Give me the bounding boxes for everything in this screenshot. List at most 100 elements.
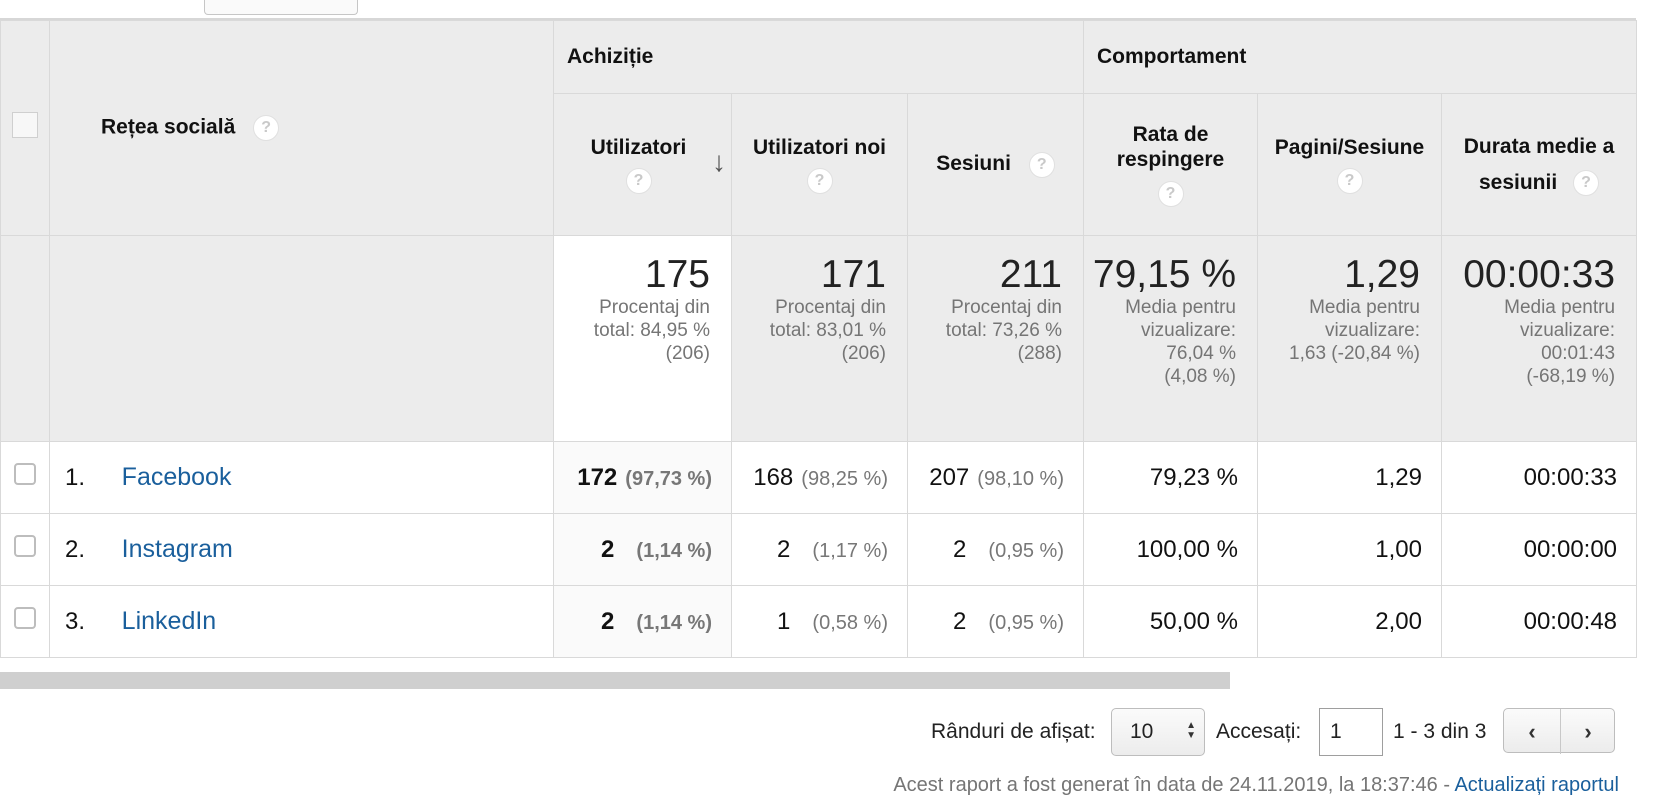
- totals-note: total: 73,26 %: [945, 320, 1062, 341]
- totals-note: total: 83,01 %: [769, 320, 886, 341]
- totals-note: 76,04 %: [1166, 343, 1236, 364]
- dimension-header[interactable]: Rețea socială ?: [49, 20, 554, 236]
- totals-value: 00:00:33: [1463, 253, 1616, 296]
- totals-note: (4,08 %): [1164, 366, 1236, 387]
- row-new-users-value: 2: [777, 535, 791, 563]
- col-new-users-label: Utilizatori noi: [753, 135, 886, 159]
- rows-per-page-select[interactable]: 10 ▲ ▼: [1111, 708, 1205, 756]
- row-pages-per-session: 2,00: [1257, 585, 1442, 658]
- row-sessions-pct: (98,10 %): [977, 467, 1064, 490]
- select-all-checkbox[interactable]: [12, 112, 38, 138]
- totals-note: Procentaj din: [951, 297, 1062, 318]
- row-users-pct: (1,14 %): [636, 539, 712, 562]
- totals-value: 171: [820, 253, 886, 296]
- group-behavior: Comportament: [1082, 20, 1638, 94]
- row-checkbox[interactable]: [14, 463, 36, 485]
- help-icon[interactable]: ?: [253, 115, 280, 141]
- row-new-users-value: 1: [777, 607, 791, 635]
- totals-users: 175 Procentaj din total: 84,95 % (206): [553, 235, 732, 442]
- totals-note: 1,63 (-20,84 %): [1289, 343, 1420, 364]
- table-row: 1. Facebook 172 (97,73 %) 168 (98,25 %) 20…: [0, 441, 1638, 514]
- row-link-linkedin[interactable]: LinkedIn: [122, 607, 217, 635]
- report-footer: Acest raport a fost generat în data de 2…: [893, 774, 1619, 797]
- row-users: 2 (1,14 %): [553, 585, 732, 658]
- row-users-pct: (97,73 %): [625, 467, 712, 490]
- page-range: 1 - 3 din 3: [1393, 720, 1487, 743]
- report-generated-text: Acest raport a fost generat în data de 2…: [893, 774, 1455, 796]
- row-avg-duration: 00:00:33: [1440, 441, 1638, 514]
- row-dimension-cell: 2. Instagram: [49, 513, 554, 586]
- row-link-instagram[interactable]: Instagram: [122, 535, 233, 563]
- row-dimension-cell: 1. Facebook: [49, 441, 554, 514]
- rows-per-page-label: Rânduri de afișat:: [931, 720, 1096, 743]
- row-users-value: 2: [601, 607, 615, 635]
- totals-note: Media pentru: [1504, 297, 1616, 318]
- row-avg-duration: 00:00:00: [1440, 513, 1638, 586]
- totals-empty-cell: [49, 235, 554, 442]
- totals-value: 211: [999, 253, 1062, 296]
- row-checkbox[interactable]: [14, 607, 36, 629]
- prev-page-icon[interactable]: ‹: [1504, 709, 1561, 754]
- col-avg-duration[interactable]: Durata medie a sesiunii ?: [1440, 93, 1638, 236]
- select-arrows-icon: ▲ ▼: [1186, 720, 1196, 741]
- col-bounce-rate-label-1: Rata de: [1132, 123, 1209, 147]
- totals-bounce-rate: 79,15 % Media pentru vizualizare: 76,04 …: [1083, 235, 1258, 442]
- row-sessions: 2 (0,95 %): [907, 513, 1084, 586]
- toolbar-dropdown-button[interactable]: [204, 0, 358, 15]
- next-page-icon[interactable]: ›: [1560, 709, 1616, 754]
- col-avg-duration-label-2: sesiunii: [1478, 170, 1558, 194]
- row-bounce-rate: 79,23 %: [1083, 441, 1258, 514]
- totals-note: vizualizare:: [1140, 320, 1236, 341]
- row-checkbox[interactable]: [14, 535, 36, 557]
- group-header-row: Rețea socială ? Achiziție Comportament: [0, 20, 1638, 236]
- sort-desc-icon[interactable]: ↓: [712, 148, 726, 176]
- help-icon[interactable]: ?: [1573, 169, 1600, 196]
- row-sessions-pct: (0,95 %): [988, 611, 1064, 634]
- row-pages-per-session: 1,00: [1257, 513, 1442, 586]
- row-pages-per-session: 1,29: [1257, 441, 1442, 514]
- horizontal-scrollbar[interactable]: [0, 672, 1230, 689]
- totals-row: 175 Procentaj din total: 84,95 % (206) 1…: [0, 235, 1638, 442]
- row-link-facebook[interactable]: Facebook: [122, 463, 232, 491]
- row-new-users: 1 (0,58 %): [731, 585, 908, 658]
- totals-note: Media pentru: [1309, 297, 1420, 318]
- col-bounce-rate[interactable]: Rata de respingere ?: [1083, 93, 1258, 236]
- totals-note: Procentaj din: [599, 297, 710, 318]
- row-new-users: 2 (1,17 %): [731, 513, 908, 586]
- group-acquisition: Achiziție: [553, 20, 1084, 94]
- row-new-users-pct: (98,25 %): [801, 467, 888, 490]
- row-avg-duration: 00:00:48: [1440, 585, 1638, 658]
- totals-value: 175: [644, 253, 710, 296]
- row-bounce-rate: 100,00 %: [1083, 513, 1258, 586]
- row-users: 2 (1,14 %): [553, 513, 732, 586]
- help-icon[interactable]: ?: [806, 168, 833, 195]
- totals-note: (206): [841, 343, 886, 364]
- rows-per-page-value: 10: [1130, 720, 1154, 743]
- totals-note: total: 84,95 %: [593, 320, 710, 341]
- col-pages-per-session-label: Pagini/Sesiune: [1274, 135, 1425, 159]
- totals-avg-duration: 00:00:33 Media pentru vizualizare: 00:01…: [1440, 235, 1638, 442]
- refresh-report-link[interactable]: Actualizați raportul: [1454, 774, 1619, 796]
- goto-page-input[interactable]: 1: [1319, 708, 1383, 756]
- help-icon[interactable]: ?: [625, 168, 652, 195]
- col-new-users[interactable]: Utilizatori noi ?: [731, 93, 908, 236]
- row-new-users: 168 (98,25 %): [731, 441, 908, 514]
- help-icon[interactable]: ?: [1028, 151, 1055, 178]
- totals-value: 1,29: [1344, 253, 1420, 296]
- row-sessions-value: 2: [953, 535, 967, 563]
- row-bounce-rate: 50,00 %: [1083, 585, 1258, 658]
- help-icon[interactable]: ?: [1157, 180, 1184, 207]
- row-index: 2.: [65, 536, 86, 563]
- col-sessions[interactable]: Sesiuni ?: [907, 93, 1084, 236]
- totals-value: 79,15 %: [1092, 253, 1236, 296]
- col-users[interactable]: Utilizatori ? ↓: [553, 93, 732, 236]
- totals-note: vizualizare:: [1324, 320, 1420, 341]
- col-pages-per-session[interactable]: Pagini/Sesiune ?: [1257, 93, 1442, 236]
- row-sessions-value: 2: [953, 607, 967, 635]
- select-all-cell: [0, 20, 50, 236]
- totals-note: (-68,19 %): [1526, 366, 1616, 387]
- help-icon[interactable]: ?: [1336, 168, 1363, 195]
- totals-note: (206): [665, 343, 710, 364]
- pager-nav: ‹ ›: [1503, 708, 1616, 754]
- totals-note: Media pentru: [1125, 297, 1236, 318]
